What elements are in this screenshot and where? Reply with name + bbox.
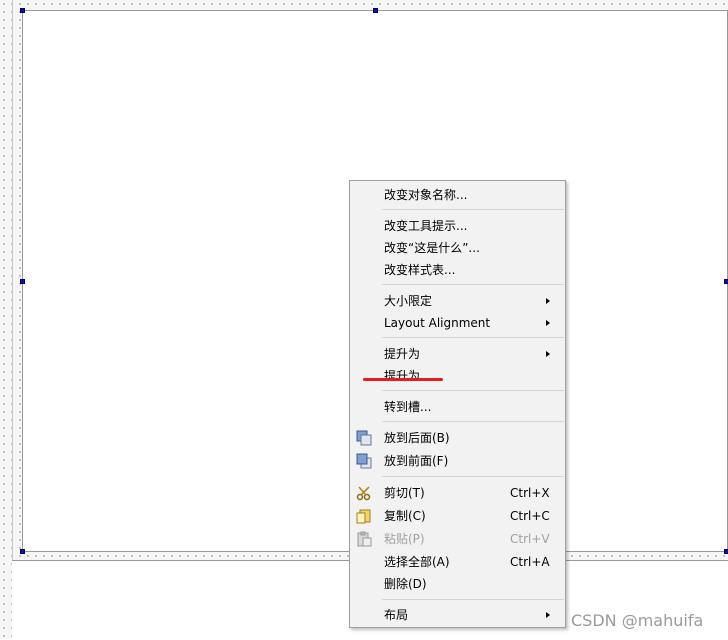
resize-handle-top-left[interactable] xyxy=(20,8,25,13)
menu-item-label: 转到槽... xyxy=(384,400,432,414)
menu-item-go-to-slot[interactable]: 转到槽... xyxy=(350,396,565,418)
menu-item-label: 选择全部(A) xyxy=(384,555,450,569)
copy-icon xyxy=(356,509,371,524)
menu-separator xyxy=(382,421,564,422)
menu-item-shortcut: Ctrl+V xyxy=(510,532,550,546)
menu-item-label: 粘贴(P) xyxy=(384,532,425,546)
menu-item-label: 改变样式表... xyxy=(384,263,456,277)
menu-item-label: 复制(C) xyxy=(384,509,426,523)
red-annotation-underline xyxy=(363,378,443,381)
submenu-arrow-icon xyxy=(546,298,550,304)
menu-item-paste[interactable]: 粘贴(P) Ctrl+V xyxy=(350,528,565,550)
menu-item-cut[interactable]: 剪切(T) Ctrl+X xyxy=(350,482,565,504)
menu-item-change-tooltip[interactable]: 改变工具提示... xyxy=(350,215,565,237)
menu-separator xyxy=(382,284,564,285)
menu-item-copy[interactable]: 复制(C) Ctrl+C xyxy=(350,505,565,527)
menu-separator xyxy=(382,209,564,210)
resize-handle-top[interactable] xyxy=(373,8,378,13)
resize-handle-left[interactable] xyxy=(20,279,25,284)
menu-item-rename-object[interactable]: 改变对象名称... xyxy=(350,184,565,206)
watermark-text: CSDN @mahuifa xyxy=(571,611,704,630)
resize-handle-bottom-left[interactable] xyxy=(20,549,25,554)
menu-separator xyxy=(382,390,564,391)
menu-item-shortcut: Ctrl+C xyxy=(510,509,550,523)
canvas-border xyxy=(12,0,13,562)
menu-item-label: Layout Alignment xyxy=(384,316,491,330)
submenu-arrow-icon xyxy=(546,612,550,618)
menu-item-label: 改变对象名称... xyxy=(384,188,468,202)
menu-item-shortcut: Ctrl+A xyxy=(510,555,550,569)
menu-item-shortcut: Ctrl+X xyxy=(510,486,550,500)
submenu-arrow-icon xyxy=(546,320,550,326)
scissors-icon xyxy=(356,486,371,501)
menu-item-label: 放到后面(B) xyxy=(384,431,450,445)
menu-item-label: 提升为... xyxy=(384,369,432,383)
menu-item-label: 改变“这是什么”... xyxy=(384,241,480,255)
menu-item-label: 放到前面(F) xyxy=(384,454,449,468)
menu-separator xyxy=(382,337,564,338)
menu-item-change-stylesheet[interactable]: 改变样式表... xyxy=(350,259,565,281)
menu-item-label: 删除(D) xyxy=(384,577,427,591)
menu-item-send-to-back[interactable]: 放到后面(B) xyxy=(350,427,565,449)
menu-item-label: 提升为 xyxy=(384,347,421,361)
bring-to-front-icon xyxy=(356,453,372,469)
menu-item-label: 剪切(T) xyxy=(384,486,425,500)
menu-item-size-constraints[interactable]: 大小限定 xyxy=(350,290,565,312)
menu-item-label: 改变工具提示... xyxy=(384,219,468,233)
menu-item-promote-to-submenu[interactable]: 提升为 xyxy=(350,343,565,365)
menu-item-layout-alignment[interactable]: Layout Alignment xyxy=(350,312,565,334)
menu-item-change-whatsthis[interactable]: 改变“这是什么”... xyxy=(350,237,565,259)
menu-item-label: 大小限定 xyxy=(384,294,433,308)
paste-icon xyxy=(357,531,372,547)
menu-item-bring-to-front[interactable]: 放到前面(F) xyxy=(350,450,565,472)
menu-item-delete[interactable]: 删除(D) xyxy=(350,573,565,595)
resize-handle-bottom-right[interactable] xyxy=(724,549,728,554)
menu-separator xyxy=(382,476,564,477)
menu-separator xyxy=(382,599,564,600)
submenu-arrow-icon xyxy=(546,351,550,357)
context-menu: 改变对象名称... 改变工具提示... 改变“这是什么”... 改变样式表...… xyxy=(349,180,566,628)
resize-handle-right[interactable] xyxy=(724,279,728,284)
menu-item-promote-to[interactable]: 提升为... xyxy=(350,365,565,387)
send-to-back-icon xyxy=(356,430,372,446)
menu-item-layout[interactable]: 布局 xyxy=(350,604,565,626)
menu-item-select-all[interactable]: 选择全部(A) Ctrl+A xyxy=(350,551,565,573)
menu-item-label: 布局 xyxy=(384,608,409,622)
